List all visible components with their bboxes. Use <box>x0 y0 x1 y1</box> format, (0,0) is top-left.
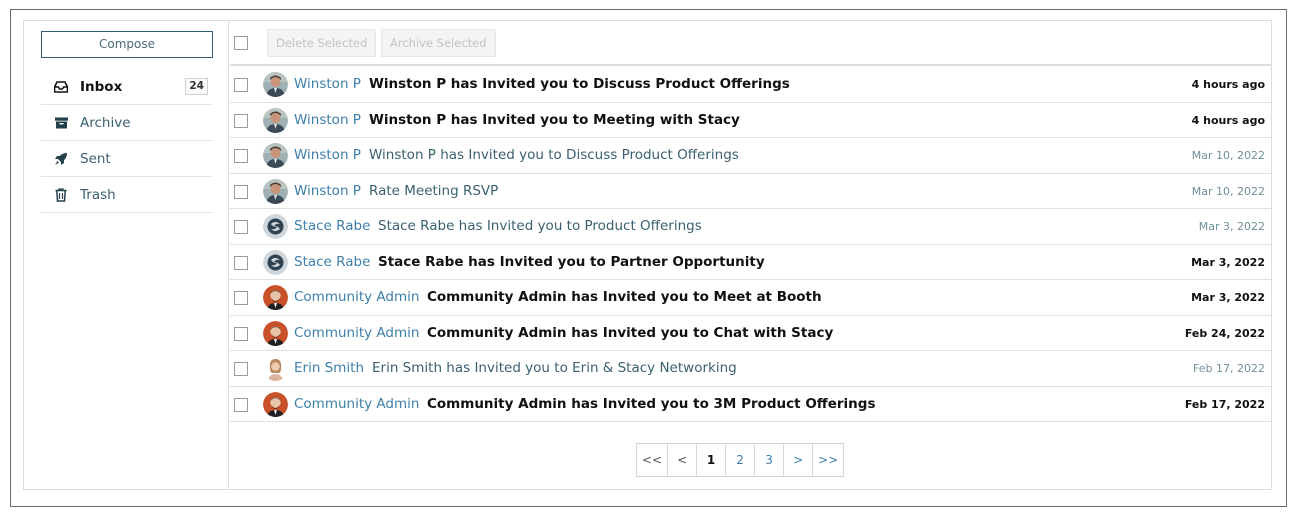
message-row[interactable]: Community Admin Community Admin has Invit… <box>230 316 1271 351</box>
avatar <box>263 107 288 133</box>
avatar <box>263 285 288 310</box>
message-date: Mar 10, 2022 <box>1191 149 1265 162</box>
message-date: Feb 17, 2022 <box>1184 397 1265 411</box>
message-subject[interactable]: Winston P has Invited you to Discuss Pro… <box>369 138 739 173</box>
message-checkbox[interactable] <box>234 113 248 128</box>
delete-selected-button[interactable]: Delete Selected <box>267 29 377 57</box>
message-list-pane: Delete Selected Archive Selected Winston… <box>230 21 1271 489</box>
message-checkbox[interactable] <box>234 255 248 270</box>
pagination: << < 1 2 3 > >> <box>636 443 845 477</box>
message-list: Winston P Winston P has Invited you to Di… <box>230 67 1271 422</box>
avatar <box>263 391 288 417</box>
message-sender[interactable]: Winston P <box>294 103 361 138</box>
message-checkbox[interactable] <box>234 291 248 305</box>
message-row[interactable]: Stace Rabe Stace Rabe has Invited you to … <box>230 209 1271 245</box>
message-subject[interactable]: Community Admin has Invited you to 3M Pr… <box>427 387 876 422</box>
sidebar-item-label: Inbox <box>80 78 123 95</box>
message-date: Mar 10, 2022 <box>1191 184 1265 198</box>
page-2-button[interactable]: 2 <box>726 444 756 476</box>
message-date: Feb 24, 2022 <box>1184 326 1265 340</box>
message-date: Mar 3, 2022 <box>1198 220 1265 233</box>
select-all-checkbox[interactable] <box>234 36 248 50</box>
sidebar-item-label: Archive <box>80 114 131 131</box>
last-page-button[interactable]: >> <box>813 444 843 476</box>
message-checkbox[interactable] <box>234 362 248 376</box>
sidebar: Compose Inbox 24 Archive Sent Trash <box>24 21 229 489</box>
message-row[interactable]: Winston P Winston P has Invited you to Di… <box>230 67 1271 103</box>
message-sender[interactable]: Community Admin <box>294 280 419 315</box>
toolbar: Delete Selected Archive Selected <box>230 21 1271 66</box>
message-sender[interactable]: Winston P <box>294 174 361 209</box>
page-3-button[interactable]: 3 <box>755 444 785 476</box>
sidebar-item-label: Trash <box>80 186 116 203</box>
avatar <box>263 72 288 97</box>
message-row[interactable]: Stace Rabe Stace Rabe has Invited you to … <box>230 245 1271 280</box>
rocket-icon <box>54 152 68 166</box>
message-checkbox[interactable] <box>234 78 248 92</box>
message-subject[interactable]: Rate Meeting RSVP <box>369 174 498 209</box>
message-row[interactable]: Winston P Rate Meeting RSVP Mar 10, 2022 <box>230 174 1271 209</box>
message-subject[interactable]: Community Admin has Invited you to Chat … <box>427 316 833 351</box>
app-frame: Compose Inbox 24 Archive Sent Trash Dele… <box>10 9 1287 507</box>
message-sender[interactable]: Stace Rabe <box>294 209 370 244</box>
message-checkbox[interactable] <box>234 220 248 234</box>
sidebar-item-inbox[interactable]: Inbox 24 <box>41 69 212 105</box>
message-date: Mar 3, 2022 <box>1191 291 1265 304</box>
unread-count-badge: 24 <box>185 78 208 95</box>
message-subject[interactable]: Winston P has Invited you to Meeting wit… <box>369 103 740 138</box>
folder-nav: Inbox 24 Archive Sent Trash <box>41 69 212 213</box>
message-sender[interactable]: Winston P <box>294 67 361 102</box>
archive-icon <box>54 116 68 130</box>
page-1-button[interactable]: 1 <box>697 444 727 476</box>
message-date: Feb 17, 2022 <box>1193 362 1265 375</box>
message-subject[interactable]: Community Admin has Invited you to Meet … <box>427 280 822 315</box>
message-date: 4 hours ago <box>1191 113 1265 127</box>
message-date: 4 hours ago <box>1191 78 1265 91</box>
message-sender[interactable]: Erin Smith <box>294 351 364 386</box>
first-page-button[interactable]: << <box>637 444 669 476</box>
message-row[interactable]: Winston P Winston P has Invited you to Me… <box>230 103 1271 138</box>
message-sender[interactable]: Winston P <box>294 138 361 173</box>
message-subject[interactable]: Winston P has Invited you to Discuss Pro… <box>369 67 790 102</box>
mail-panel: Compose Inbox 24 Archive Sent Trash Dele… <box>23 20 1272 490</box>
message-date: Mar 3, 2022 <box>1191 255 1265 269</box>
message-row[interactable]: Community Admin Community Admin has Invit… <box>230 280 1271 316</box>
message-subject[interactable]: Stace Rabe has Invited you to Partner Op… <box>378 245 765 280</box>
sidebar-item-sent[interactable]: Sent <box>41 141 212 177</box>
avatar <box>263 249 288 275</box>
avatar <box>263 356 288 381</box>
avatar <box>263 178 288 204</box>
archive-selected-button[interactable]: Archive Selected <box>381 29 496 57</box>
inbox-icon <box>54 80 68 94</box>
message-sender[interactable]: Community Admin <box>294 316 419 351</box>
prev-page-button[interactable]: < <box>668 444 698 476</box>
avatar <box>263 320 288 346</box>
next-page-button[interactable]: > <box>784 444 814 476</box>
trash-icon <box>54 187 68 202</box>
message-row[interactable]: Erin Smith Erin Smith has Invited you to … <box>230 351 1271 387</box>
message-row[interactable]: Community Admin Community Admin has Invit… <box>230 387 1271 422</box>
message-sender[interactable]: Stace Rabe <box>294 245 370 280</box>
message-checkbox[interactable] <box>234 149 248 163</box>
sidebar-item-label: Sent <box>80 150 111 167</box>
sidebar-item-archive[interactable]: Archive <box>41 105 212 141</box>
message-subject[interactable]: Erin Smith has Invited you to Erin & Sta… <box>372 351 737 386</box>
sidebar-item-trash[interactable]: Trash <box>41 177 212 213</box>
message-checkbox[interactable] <box>234 397 248 412</box>
message-checkbox[interactable] <box>234 184 248 199</box>
message-subject[interactable]: Stace Rabe has Invited you to Product Of… <box>378 209 702 244</box>
message-sender[interactable]: Community Admin <box>294 387 419 422</box>
message-checkbox[interactable] <box>234 326 248 341</box>
compose-button[interactable]: Compose <box>41 31 213 58</box>
avatar <box>263 143 288 168</box>
avatar <box>263 214 288 239</box>
message-row[interactable]: Winston P Winston P has Invited you to Di… <box>230 138 1271 174</box>
